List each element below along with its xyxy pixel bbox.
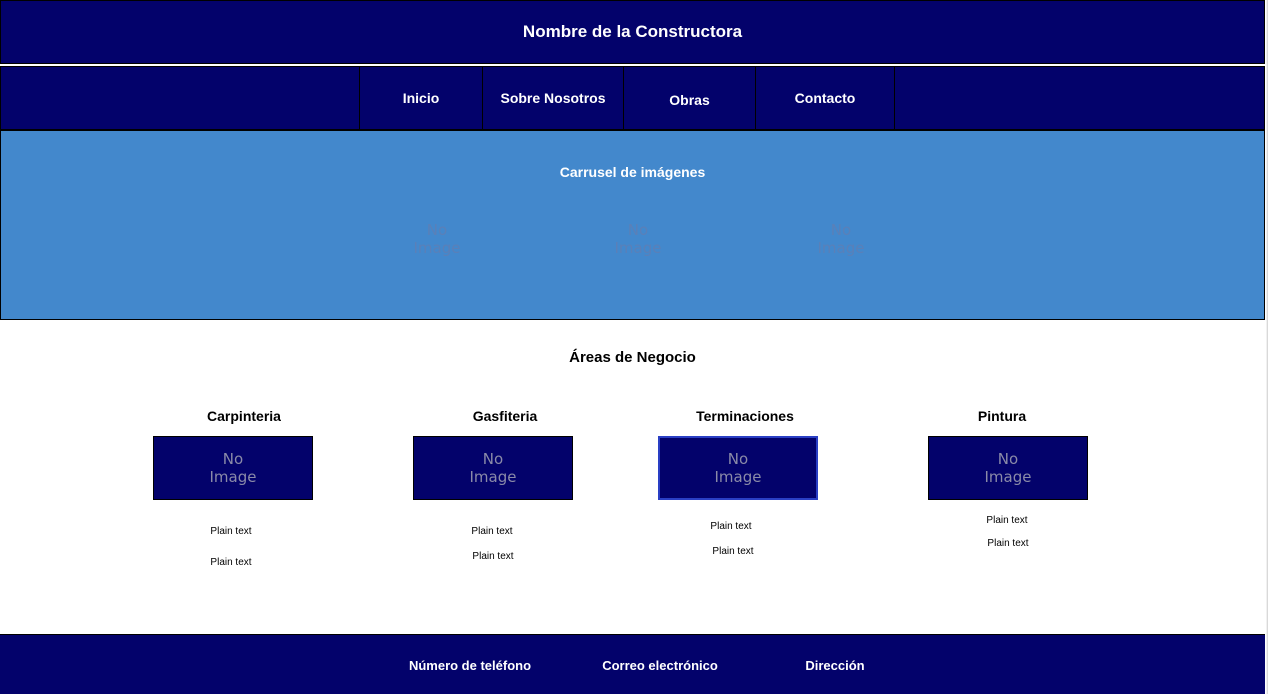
plain-text: Plain text (710, 521, 752, 532)
nav-divider (894, 67, 895, 129)
nav-item-obras[interactable]: Obras (624, 67, 755, 129)
carousel-image-placeholder[interactable]: No Image (608, 221, 668, 257)
nav-item-contacto[interactable]: Contacto (756, 67, 894, 129)
no-image-placeholder: No Image (984, 450, 1032, 486)
plain-text: Plain text (472, 551, 514, 562)
plain-text: Plain text (986, 515, 1028, 526)
area-image-pintura[interactable]: No Image (928, 436, 1088, 500)
nav-item-sobre-nosotros[interactable]: Sobre Nosotros (483, 67, 623, 129)
no-image-placeholder: No Image (209, 450, 257, 486)
footer-phone[interactable]: Número de teléfono (400, 635, 540, 695)
nav-item-inicio[interactable]: Inicio (360, 67, 482, 129)
image-carousel[interactable]: Carrusel de imágenes No Image No Image N… (0, 130, 1265, 320)
area-title-carpinteria: Carpinteria (207, 408, 281, 424)
area-title-pintura: Pintura (977, 408, 1027, 424)
plain-text: Plain text (471, 526, 513, 537)
footer-address[interactable]: Dirección (780, 635, 890, 695)
plain-text: Plain text (987, 538, 1029, 549)
site-footer: Número de teléfono Correo electrónico Di… (0, 634, 1265, 694)
carousel-image-placeholder[interactable]: No Image (811, 221, 871, 257)
no-image-placeholder: No Image (714, 450, 762, 486)
company-name: Nombre de la Constructora (522, 22, 743, 41)
area-title-gasfiteria: Gasfiteria (472, 408, 538, 424)
scrollbar-thumb[interactable] (1267, 0, 1276, 694)
footer-email[interactable]: Correo electrónico (590, 635, 730, 695)
main-nav: Inicio Sobre Nosotros Obras Contacto (0, 66, 1265, 130)
area-title-terminaciones: Terminaciones (696, 408, 794, 424)
business-areas-title: Áreas de Negocio (569, 349, 696, 366)
carousel-image-placeholder[interactable]: No Image (407, 221, 467, 257)
plain-text: Plain text (712, 546, 754, 557)
no-image-placeholder: No Image (469, 450, 517, 486)
plain-text: Plain text (210, 557, 252, 568)
page-scrollbar[interactable] (1266, 0, 1276, 694)
area-image-carpinteria[interactable]: No Image (153, 436, 313, 500)
carousel-title: Carrusel de imágenes (559, 164, 706, 180)
site-header: Nombre de la Constructora (0, 0, 1265, 64)
area-image-gasfiteria[interactable]: No Image (413, 436, 573, 500)
plain-text: Plain text (210, 526, 252, 537)
area-image-terminaciones[interactable]: No Image (658, 436, 818, 500)
